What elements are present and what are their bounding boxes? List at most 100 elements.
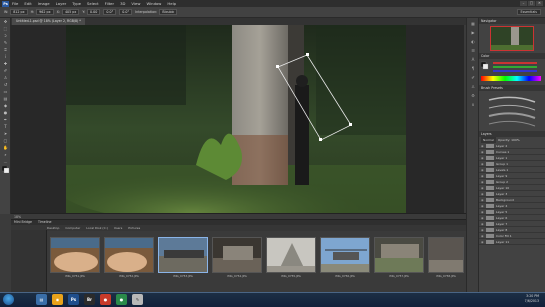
tab-timeline[interactable]: Timeline xyxy=(38,220,52,225)
tab-mini-bridge[interactable]: Mini Bridge xyxy=(14,220,32,225)
eyedropper-tool-icon[interactable]: ⅰ xyxy=(2,54,9,60)
breadcrumb-item[interactable]: Pictures xyxy=(128,226,140,230)
rotate-field[interactable]: 0.00 xyxy=(87,9,101,15)
eye-icon[interactable]: ◉ xyxy=(481,240,485,244)
workspace-select[interactable]: Essentials xyxy=(516,9,541,15)
actions-panel-icon[interactable]: ▶ xyxy=(469,30,477,36)
x-field[interactable]: 405 px xyxy=(61,9,80,15)
app3-taskbar-icon[interactable]: ✎ xyxy=(132,294,143,305)
width-field[interactable]: 812 px xyxy=(10,9,28,15)
quick-select-tool-icon[interactable]: ✎ xyxy=(2,40,9,46)
layer-row[interactable]: ◉ Layer 11 xyxy=(479,239,545,245)
eye-icon[interactable]: ◉ xyxy=(481,192,485,196)
thumbnail-item[interactable]: IMG_0755.JPG xyxy=(266,237,316,278)
menu-3d[interactable]: 3D xyxy=(120,1,125,6)
menu-image[interactable]: Image xyxy=(38,1,50,6)
marquee-tool-icon[interactable]: ⬚ xyxy=(2,26,9,32)
start-button[interactable] xyxy=(3,294,14,305)
vskew-field[interactable]: 0.0° xyxy=(119,9,133,15)
eye-icon[interactable]: ◉ xyxy=(481,222,485,226)
color-swatches-icon[interactable] xyxy=(1,165,10,174)
eye-icon[interactable]: ◉ xyxy=(481,150,485,154)
photoshop-taskbar-icon[interactable]: Ps xyxy=(68,294,79,305)
menu-edit[interactable]: Edit xyxy=(24,1,31,6)
properties-panel-icon[interactable]: ☰ xyxy=(469,48,477,54)
menu-view[interactable]: View xyxy=(131,1,140,6)
close-button[interactable]: ✕ xyxy=(536,1,543,6)
clone-panel-icon[interactable]: ♙ xyxy=(469,84,477,90)
menu-window[interactable]: Window xyxy=(146,1,161,6)
breadcrumb-item[interactable]: Local Disk (C:) xyxy=(86,226,108,230)
breadcrumb-item[interactable]: Users xyxy=(114,226,122,230)
opacity-field[interactable]: Opacity: 100% xyxy=(498,137,520,143)
eye-icon[interactable]: ◉ xyxy=(481,156,485,160)
thumbnail-item[interactable]: IMG_0752.JPG xyxy=(104,237,154,278)
zoom-tool-icon[interactable]: ⌕ xyxy=(2,152,9,158)
blend-mode-select[interactable]: Normal xyxy=(481,137,496,143)
adjustments-panel-icon[interactable]: ◐ xyxy=(469,39,477,45)
hskew-field[interactable]: 0.0° xyxy=(103,9,117,15)
breadcrumb-item[interactable]: Desktop xyxy=(47,226,59,230)
lasso-tool-icon[interactable]: ↄ xyxy=(2,33,9,39)
crop-tool-icon[interactable]: ⌗ xyxy=(2,47,9,53)
eye-icon[interactable]: ◉ xyxy=(481,234,485,238)
stamp-tool-icon[interactable]: ♙ xyxy=(2,75,9,81)
menu-filter[interactable]: Filter xyxy=(105,1,114,6)
eye-icon[interactable]: ◉ xyxy=(481,180,485,184)
move-tool-icon[interactable]: ✥ xyxy=(2,19,9,25)
blur-tool-icon[interactable]: ◆ xyxy=(2,103,9,109)
eye-icon[interactable]: ◉ xyxy=(481,228,485,232)
brush-panel-icon[interactable]: ✐ xyxy=(469,75,477,81)
maximize-button[interactable]: □ xyxy=(528,1,535,6)
thumbnail-item[interactable]: IMG_0751.JPG xyxy=(50,237,100,278)
eye-icon[interactable]: ◉ xyxy=(481,198,485,202)
shape-tool-icon[interactable]: ▢ xyxy=(2,138,9,144)
eye-icon[interactable]: ◉ xyxy=(481,186,485,190)
minimize-button[interactable]: – xyxy=(520,1,527,6)
type-tool-icon[interactable]: T xyxy=(2,124,9,130)
brush-presets-panel[interactable] xyxy=(479,91,545,131)
history-panel-icon[interactable]: ▦ xyxy=(469,21,477,27)
tool-presets-icon[interactable]: ⚙ xyxy=(469,93,477,99)
pen-tool-icon[interactable]: ✒ xyxy=(2,117,9,123)
menu-help[interactable]: Help xyxy=(167,1,176,6)
thumbnail-item[interactable]: IMG_0754.JPG xyxy=(212,237,262,278)
navigator-thumbnail[interactable] xyxy=(490,26,534,51)
bridge-taskbar-icon[interactable]: Br xyxy=(84,294,95,305)
thumbnail-item[interactable]: IMG_0758.JPG xyxy=(428,237,464,278)
breadcrumb-item[interactable]: Computer xyxy=(65,226,80,230)
system-tray-clock[interactable]: 3:20 PM 7/6/2013 xyxy=(525,294,539,304)
paragraph-panel-icon[interactable]: ¶ xyxy=(469,66,477,72)
eye-icon[interactable]: ◉ xyxy=(481,204,485,208)
eraser-tool-icon[interactable]: ▭ xyxy=(2,89,9,95)
eye-icon[interactable]: ◉ xyxy=(481,168,485,172)
thumbnail-item[interactable]: IMG_0756.JPG xyxy=(320,237,370,278)
gradient-tool-icon[interactable]: ▤ xyxy=(2,96,9,102)
eye-icon[interactable]: ◉ xyxy=(481,162,485,166)
brush-tool-icon[interactable]: ✐ xyxy=(2,68,9,74)
eye-icon[interactable]: ◉ xyxy=(481,174,485,178)
eye-icon[interactable]: ◉ xyxy=(481,210,485,214)
hand-tool-icon[interactable]: ✋ xyxy=(2,145,9,151)
browser-icon[interactable]: ◉ xyxy=(52,294,63,305)
menu-file[interactable]: File xyxy=(12,1,18,6)
eye-icon[interactable]: ◉ xyxy=(481,216,485,220)
menu-layer[interactable]: Layer xyxy=(56,1,67,6)
eye-icon[interactable]: ◉ xyxy=(481,144,485,148)
canvas-image[interactable] xyxy=(66,25,406,213)
menu-type[interactable]: Type xyxy=(72,1,81,6)
file-explorer-icon[interactable]: ▤ xyxy=(36,294,47,305)
healing-tool-icon[interactable]: ✚ xyxy=(2,61,9,67)
height-field[interactable]: 962 px xyxy=(36,9,54,15)
path-select-tool-icon[interactable]: ➤ xyxy=(2,131,9,137)
app2-taskbar-icon[interactable]: ● xyxy=(116,294,127,305)
thumbnail-item[interactable]: IMG_0757.JPG xyxy=(374,237,424,278)
menu-select[interactable]: Select xyxy=(87,1,99,6)
history-brush-tool-icon[interactable]: ↺ xyxy=(2,82,9,88)
info-panel-icon[interactable]: ℹ xyxy=(469,102,477,108)
dodge-tool-icon[interactable]: ● xyxy=(2,110,9,116)
navigator-header[interactable]: Navigator xyxy=(479,18,545,24)
more-tools-icon[interactable]: … xyxy=(2,159,9,165)
app-taskbar-icon[interactable]: ● xyxy=(100,294,111,305)
interpolation-select[interactable]: Bicubic xyxy=(159,9,178,15)
